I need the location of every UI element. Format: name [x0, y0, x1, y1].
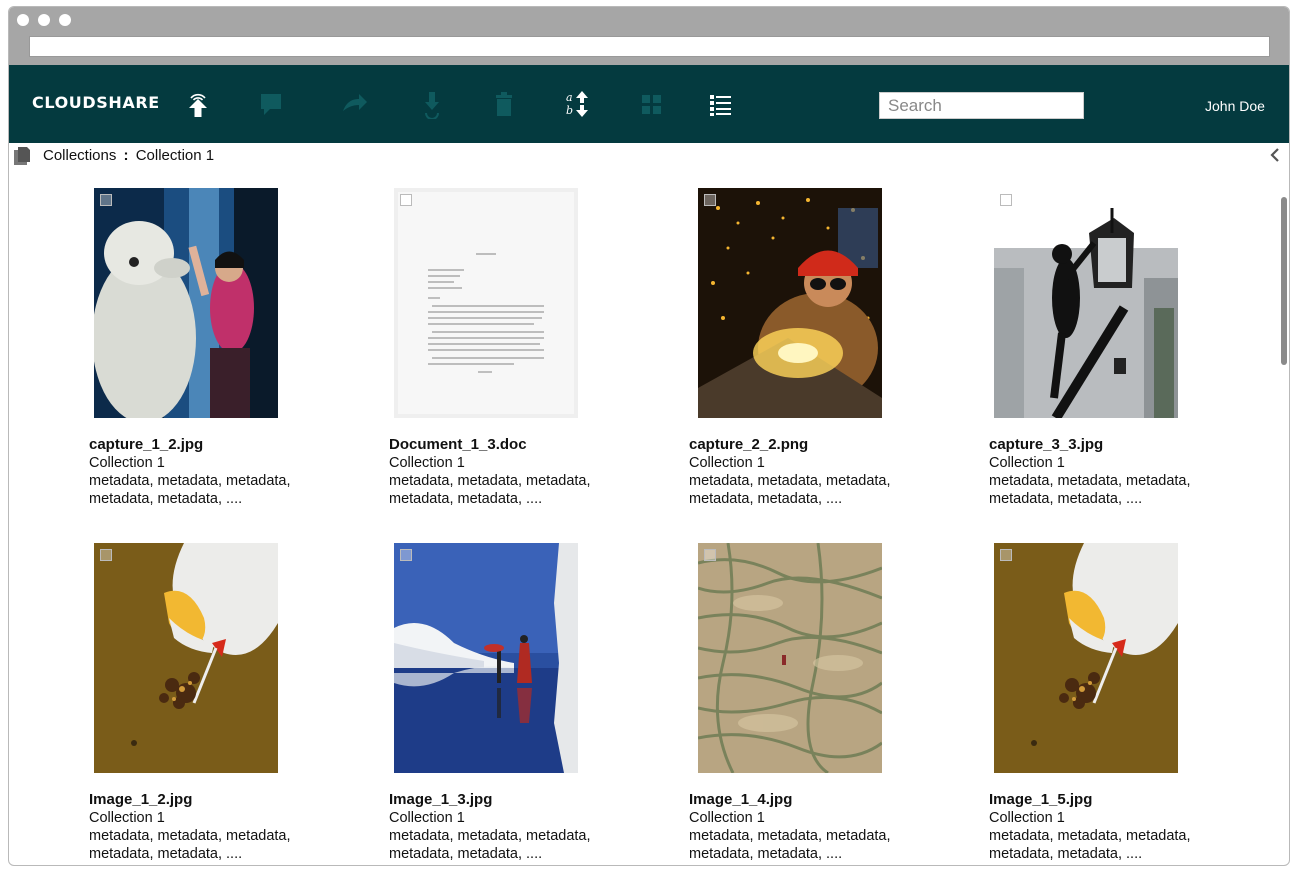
select-checkbox[interactable] [704, 194, 716, 206]
file-thumbnail[interactable] [698, 188, 882, 418]
browser-window: CLOUDSHARE ab John Doe [8, 6, 1290, 866]
file-thumbnail[interactable] [698, 543, 882, 773]
file-collection: Collection 1 [89, 455, 165, 471]
file-collection: Collection 1 [89, 810, 165, 826]
file-name[interactable]: Image_1_2.jpg [89, 791, 329, 809]
welder-photo [698, 188, 882, 418]
file-metadata-line: metadata, metadata, .... [389, 491, 543, 507]
file-collection: Collection 1 [689, 810, 765, 826]
file-info: Image_1_5.jpg Collection 1 metadata, met… [989, 791, 1229, 863]
file-metadata-line: metadata, metadata, .... [989, 491, 1143, 507]
file-metadata-line: metadata, metadata, metadata, [689, 473, 891, 489]
file-name[interactable]: Image_1_4.jpg [689, 791, 929, 809]
terraced-field-photo [698, 543, 882, 773]
file-name[interactable]: capture_1_2.jpg [89, 436, 329, 454]
file-metadata-line: metadata, metadata, metadata, [389, 473, 591, 489]
select-checkbox[interactable] [100, 194, 112, 206]
file-info: capture_1_2.jpg Collection 1 metadata, m… [89, 436, 329, 508]
file-name[interactable]: Image_1_3.jpg [389, 791, 629, 809]
file-thumbnail[interactable] [94, 188, 278, 418]
file-info: Image_1_2.jpg Collection 1 metadata, met… [89, 791, 329, 863]
file-thumbnail[interactable] [94, 543, 278, 773]
file-collection: Collection 1 [689, 455, 765, 471]
file-thumbnail[interactable] [994, 543, 1178, 773]
file-metadata-line: metadata, metadata, metadata, [89, 828, 291, 844]
file-info: Image_1_3.jpg Collection 1 metadata, met… [389, 791, 629, 863]
document-preview [394, 188, 578, 418]
file-thumbnail[interactable] [394, 188, 578, 418]
file-metadata-line: metadata, metadata, .... [89, 491, 243, 507]
file-metadata-line: metadata, metadata, .... [89, 846, 243, 862]
snow-reflection-photo [394, 543, 578, 773]
polar-bear-photo [94, 188, 278, 418]
file-name[interactable]: Image_1_5.jpg [989, 791, 1229, 809]
gloved-hand-photo [994, 543, 1178, 773]
file-collection: Collection 1 [989, 455, 1065, 471]
file-metadata-line: metadata, metadata, .... [389, 846, 543, 862]
file-metadata-line: metadata, metadata, metadata, [389, 828, 591, 844]
file-metadata-line: metadata, metadata, .... [689, 491, 843, 507]
file-metadata-line: metadata, metadata, metadata, [89, 473, 291, 489]
select-checkbox[interactable] [1000, 549, 1012, 561]
file-info: capture_2_2.png Collection 1 metadata, m… [689, 436, 929, 508]
file-metadata-line: metadata, metadata, .... [989, 846, 1143, 862]
select-checkbox[interactable] [1000, 194, 1012, 206]
file-metadata-line: metadata, metadata, metadata, [989, 473, 1191, 489]
file-metadata-line: metadata, metadata, metadata, [989, 828, 1191, 844]
file-collection: Collection 1 [389, 810, 465, 826]
file-name[interactable]: Document_1_3.doc [389, 436, 629, 454]
file-metadata-line: metadata, metadata, .... [689, 846, 843, 862]
file-collection: Collection 1 [389, 455, 465, 471]
file-metadata-line: metadata, metadata, metadata, [689, 828, 891, 844]
file-thumbnail[interactable] [994, 188, 1178, 418]
select-checkbox[interactable] [100, 549, 112, 561]
select-checkbox[interactable] [400, 549, 412, 561]
gloved-hand-photo [94, 543, 278, 773]
file-thumbnail[interactable] [394, 543, 578, 773]
file-grid: capture_1_2.jpg Collection 1 metadata, m… [9, 7, 1289, 865]
file-info: Image_1_4.jpg Collection 1 metadata, met… [689, 791, 929, 863]
file-name[interactable]: capture_2_2.png [689, 436, 929, 454]
file-collection: Collection 1 [989, 810, 1065, 826]
file-info: capture_3_3.jpg Collection 1 metadata, m… [989, 436, 1229, 508]
lamp-post-photo [994, 188, 1178, 418]
file-info: Document_1_3.doc Collection 1 metadata, … [389, 436, 629, 508]
file-name[interactable]: capture_3_3.jpg [989, 436, 1229, 454]
select-checkbox[interactable] [704, 549, 716, 561]
select-checkbox[interactable] [400, 194, 412, 206]
